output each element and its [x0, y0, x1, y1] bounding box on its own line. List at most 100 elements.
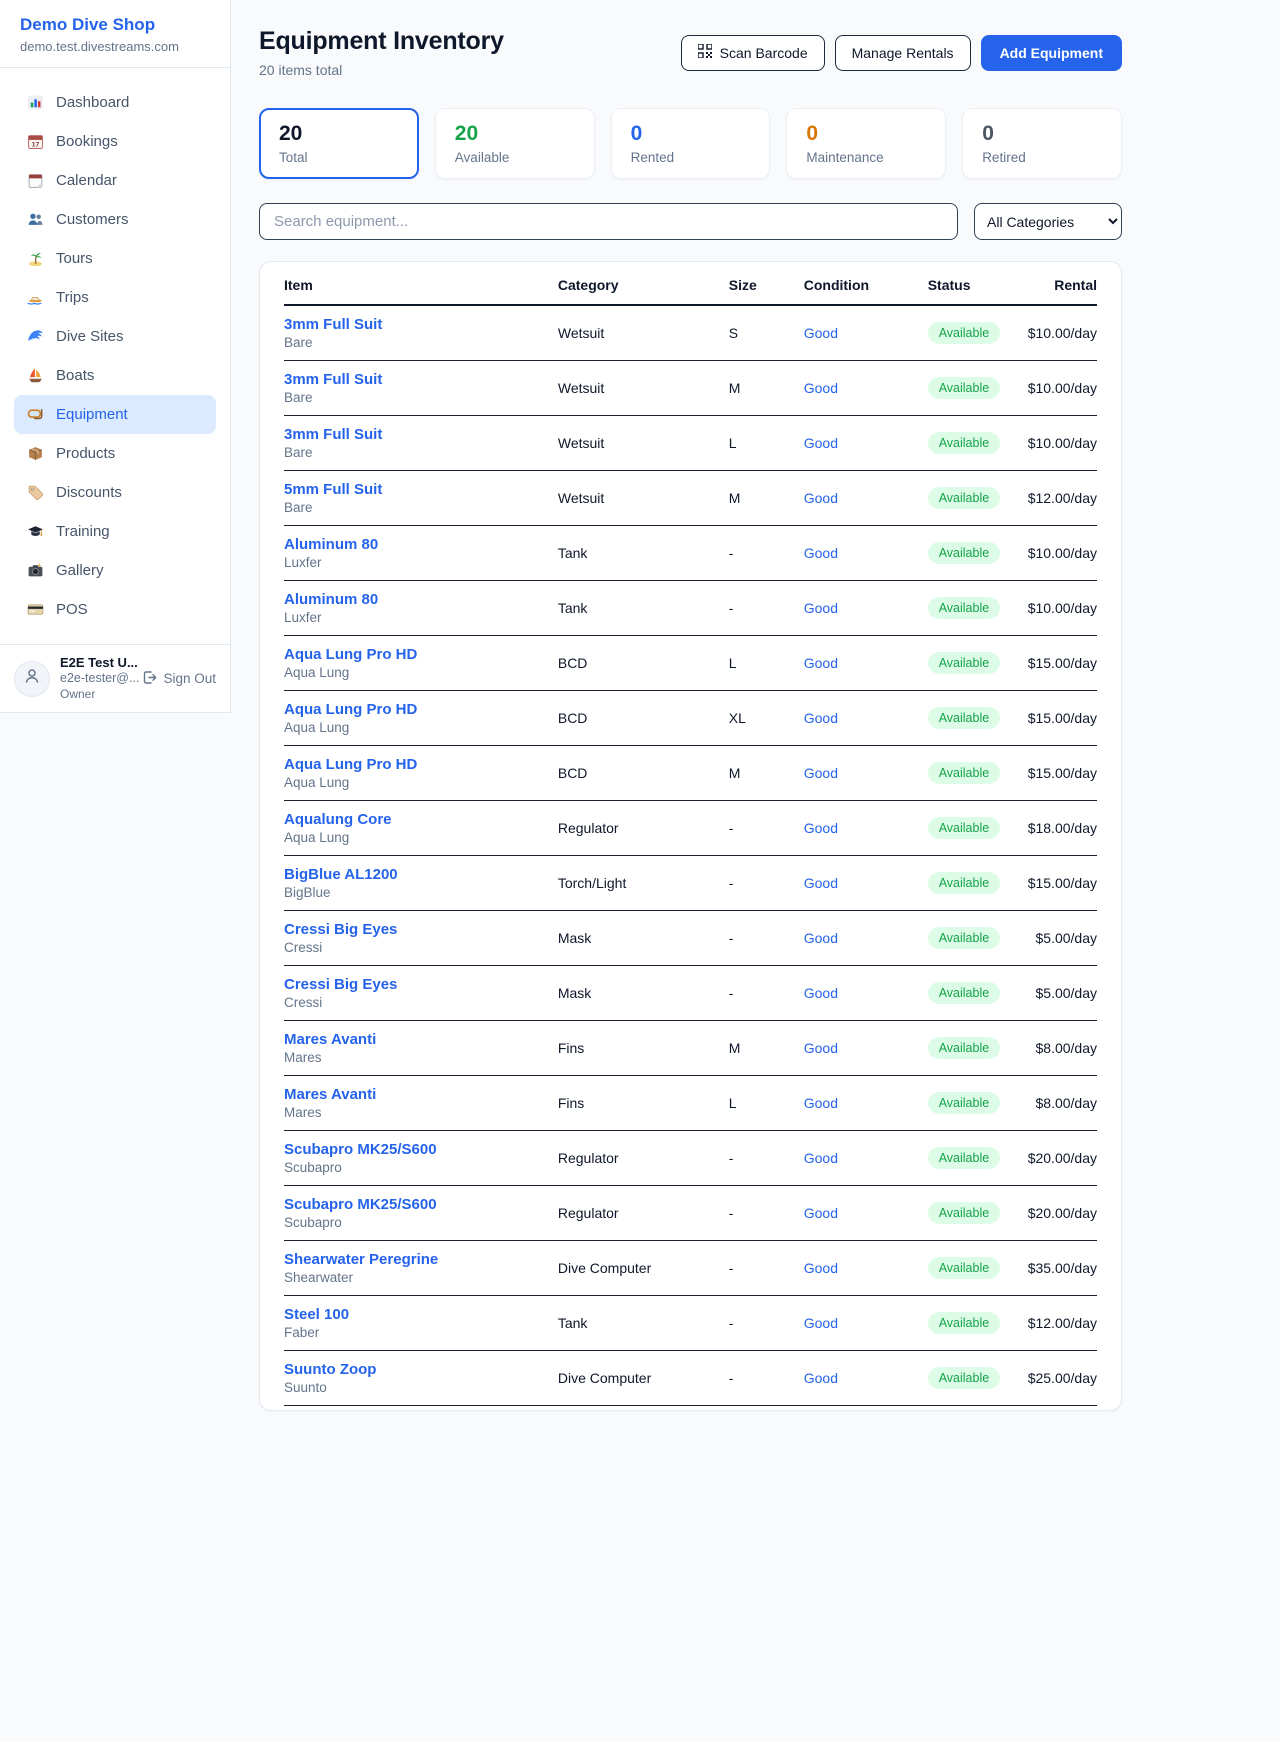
item-condition-link[interactable]: Good — [804, 765, 838, 781]
item-brand: Scubapro — [284, 1160, 558, 1175]
item-condition-link[interactable]: Good — [804, 545, 838, 561]
item-condition-link[interactable]: Good — [804, 930, 838, 946]
sign-out-button[interactable]: Sign Out — [142, 670, 216, 688]
item-rental-rate: $25.00/day — [1028, 1351, 1097, 1406]
sidebar-item-discounts[interactable]: Discounts — [14, 473, 216, 512]
item-size: - — [729, 1351, 804, 1406]
sidebar-item-equipment[interactable]: Equipment — [14, 395, 216, 434]
item-condition-link[interactable]: Good — [804, 600, 838, 616]
sidebar-item-label: Discounts — [56, 484, 122, 501]
user-email: e2e-tester@... — [60, 671, 132, 687]
sidebar-item-gallery[interactable]: Gallery — [14, 551, 216, 590]
item-name-link[interactable]: 3mm Full Suit — [284, 316, 382, 333]
sidebar-item-pos[interactable]: POS — [14, 590, 216, 629]
item-name-link[interactable]: Aqua Lung Pro HD — [284, 701, 417, 718]
item-name-link[interactable]: Steel 100 — [284, 1306, 349, 1323]
item-category: Tank — [558, 526, 729, 581]
stat-card-total[interactable]: 20 Total — [259, 108, 419, 179]
item-size: M — [729, 471, 804, 526]
item-condition-link[interactable]: Good — [804, 1370, 838, 1386]
status-badge: Available — [928, 1092, 1001, 1114]
item-name-link[interactable]: 3mm Full Suit — [284, 426, 382, 443]
sidebar-item-trips[interactable]: Trips — [14, 278, 216, 317]
item-name-link[interactable]: Aqualung Core — [284, 811, 392, 828]
brand-title[interactable]: Demo Dive Shop — [20, 15, 210, 35]
sidebar-item-dashboard[interactable]: Dashboard — [14, 83, 216, 122]
item-name-link[interactable]: 5mm Full Suit — [284, 481, 382, 498]
item-condition-link[interactable]: Good — [804, 380, 838, 396]
item-name-link[interactable]: Scubapro MK25/S600 — [284, 1141, 437, 1158]
manage-rentals-button[interactable]: Manage Rentals — [835, 35, 971, 71]
stat-label: Retired — [982, 150, 1102, 165]
sidebar-item-dive-sites[interactable]: Dive Sites — [14, 317, 216, 356]
item-name-link[interactable]: Suunto Zoop — [284, 1361, 376, 1378]
sidebar-item-tours[interactable]: Tours — [14, 239, 216, 278]
stat-card-retired[interactable]: 0 Retired — [962, 108, 1122, 179]
item-condition-link[interactable]: Good — [804, 325, 838, 341]
scan-barcode-button[interactable]: Scan Barcode — [681, 35, 825, 71]
add-equipment-button[interactable]: Add Equipment — [981, 35, 1122, 71]
category-select[interactable]: All Categories — [974, 203, 1122, 240]
item-condition-link[interactable]: Good — [804, 1040, 838, 1056]
item-condition-link[interactable]: Good — [804, 985, 838, 1001]
item-condition-link[interactable]: Good — [804, 490, 838, 506]
item-name-link[interactable]: Aqua Lung Pro HD — [284, 646, 417, 663]
sidebar-item-customers[interactable]: Customers — [14, 200, 216, 239]
item-condition-link[interactable]: Good — [804, 820, 838, 836]
item-category: BCD — [558, 636, 729, 691]
item-category: Tank — [558, 581, 729, 636]
item-name-link[interactable]: Mares Avanti — [284, 1031, 376, 1048]
tag-icon — [27, 484, 44, 501]
sidebar-item-training[interactable]: Training — [14, 512, 216, 551]
stat-label: Total — [279, 150, 399, 165]
item-category: Regulator — [558, 1131, 729, 1186]
sidebar-item-label: Products — [56, 445, 115, 462]
status-badge: Available — [928, 597, 1001, 619]
stat-card-available[interactable]: 20 Available — [435, 108, 595, 179]
stat-card-rented[interactable]: 0 Rented — [611, 108, 771, 179]
sidebar-item-calendar[interactable]: Calendar — [14, 161, 216, 200]
item-rental-rate: $15.00/day — [1028, 636, 1097, 691]
item-name-link[interactable]: Cressi Big Eyes — [284, 976, 397, 993]
item-condition-link[interactable]: Good — [804, 655, 838, 671]
column-header-rental: Rental — [1028, 262, 1097, 305]
item-condition-link[interactable]: Good — [804, 1315, 838, 1331]
item-condition-link[interactable]: Good — [804, 1150, 838, 1166]
item-brand: Mares — [284, 1105, 558, 1120]
item-rental-rate: $15.00/day — [1028, 746, 1097, 801]
item-category: Dive Computer — [558, 1351, 729, 1406]
item-brand: Shearwater — [284, 1270, 558, 1285]
item-condition-link[interactable]: Good — [804, 435, 838, 451]
sidebar-item-label: Gallery — [56, 562, 104, 579]
item-name-link[interactable]: Aqua Lung Pro HD — [284, 756, 417, 773]
item-condition-link[interactable]: Good — [804, 1095, 838, 1111]
item-name-link[interactable]: Scubapro MK25/S600 — [284, 1196, 437, 1213]
sidebar-item-bookings[interactable]: 17 Bookings — [14, 122, 216, 161]
item-size: - — [729, 966, 804, 1021]
sidebar-item-products[interactable]: Products — [14, 434, 216, 473]
status-badge: Available — [928, 872, 1001, 894]
item-name-link[interactable]: BigBlue AL1200 — [284, 866, 398, 883]
item-condition-link[interactable]: Good — [804, 875, 838, 891]
item-condition-link[interactable]: Good — [804, 710, 838, 726]
item-name-link[interactable]: 3mm Full Suit — [284, 371, 382, 388]
item-name-link[interactable]: Shearwater Peregrine — [284, 1251, 438, 1268]
stat-card-maintenance[interactable]: 0 Maintenance — [786, 108, 946, 179]
sidebar-item-boats[interactable]: Boats — [14, 356, 216, 395]
item-size: M — [729, 746, 804, 801]
page-header: Equipment Inventory 20 items total Scan … — [259, 27, 1122, 78]
sidebar-nav: Dashboard 17 Bookings Calendar Customers… — [0, 68, 230, 644]
status-badge: Available — [928, 1202, 1001, 1224]
search-input[interactable] — [259, 203, 958, 240]
stat-value: 0 — [631, 122, 751, 146]
item-name-link[interactable]: Aluminum 80 — [284, 536, 378, 553]
item-name-link[interactable]: Aluminum 80 — [284, 591, 378, 608]
item-name-link[interactable]: Mares Avanti — [284, 1086, 376, 1103]
status-badge: Available — [928, 432, 1001, 454]
item-condition-link[interactable]: Good — [804, 1260, 838, 1276]
item-brand: Scubapro — [284, 1215, 558, 1230]
package-icon — [27, 445, 44, 462]
item-name-link[interactable]: Cressi Big Eyes — [284, 921, 397, 938]
item-condition-link[interactable]: Good — [804, 1205, 838, 1221]
item-category: Torch/Light — [558, 856, 729, 911]
